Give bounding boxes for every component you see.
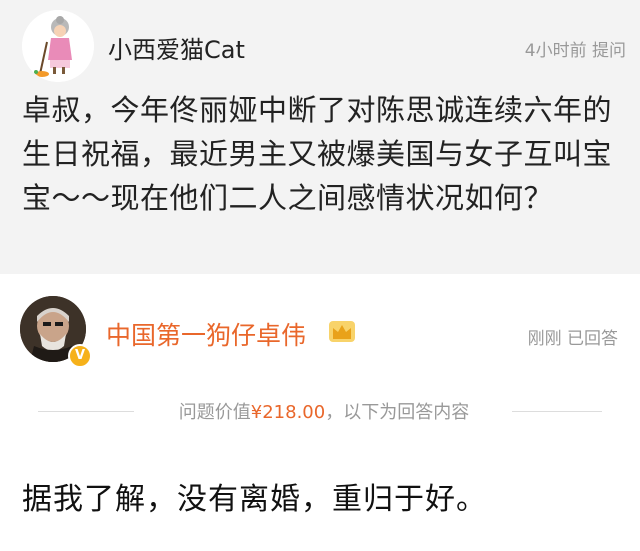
question-text: 卓叔，今年佟丽娅中断了对陈思诚连续六年的生日祝福，最近男主又被爆美国与女子互叫宝… (22, 93, 613, 215)
question-time: 4小时前 (524, 41, 587, 61)
crown-icon (329, 321, 355, 342)
answerer-avatar[interactable]: V (20, 296, 92, 368)
price-value: ¥218.00 (250, 402, 326, 423)
price-suffix: ，以下为回答内容 (325, 402, 470, 423)
asker-avatar[interactable] (22, 10, 94, 82)
divider-left (38, 411, 134, 412)
price-prefix: 问题价值 (178, 402, 251, 423)
grandma-cartoon-icon (22, 10, 94, 82)
question-card: 小西爱猫Cat 4小时前 提问 卓叔，今年佟丽娅中断了对陈思诚连续六年的生日祝福… (0, 0, 640, 274)
answered-label: 已回答 (567, 329, 618, 349)
answerer-username[interactable]: 中国第一狗仔卓伟 (106, 316, 306, 352)
answer-text: 据我了解，没有离婚，重归于好。 (22, 482, 487, 517)
divider-right (512, 411, 602, 412)
asker-username[interactable]: 小西爱猫Cat (108, 30, 245, 65)
verified-badge-icon: V (68, 344, 92, 368)
answer-meta: 刚刚 已回答 (528, 324, 618, 349)
answer-time: 刚刚 (527, 329, 562, 349)
question-meta: 4小时前 提问 (525, 36, 626, 61)
ask-label: 提问 (592, 41, 626, 61)
price-info: 问题价值¥218.00，以下为回答内容 (136, 398, 512, 424)
